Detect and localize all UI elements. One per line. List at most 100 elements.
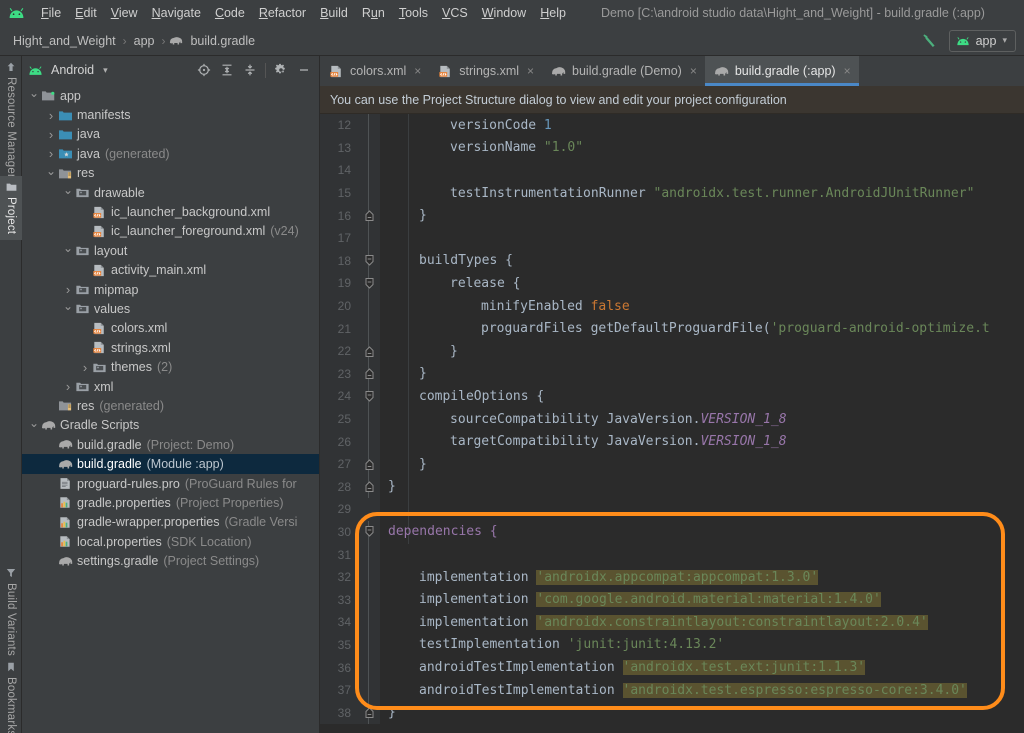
code-line[interactable]: 35 testImplementation 'junit:junit:4.13.2… <box>320 633 1024 657</box>
chevron-right-icon[interactable]: › <box>45 127 57 142</box>
chevron-right-icon[interactable]: › <box>79 360 91 375</box>
code-line[interactable]: 22} <box>320 339 1024 363</box>
fold-end-icon[interactable] <box>364 367 375 380</box>
tree-row[interactable]: gradle.properties (Project Properties) <box>22 493 319 512</box>
tree-row[interactable]: ⌄ values <box>22 299 319 318</box>
build-hammer-icon[interactable] <box>921 32 939 50</box>
fold-gutter[interactable] <box>358 362 380 386</box>
editor-tab[interactable]: strings.xml × <box>429 56 542 86</box>
fold-gutter[interactable] <box>358 611 380 634</box>
fold-gutter[interactable] <box>358 204 380 227</box>
fold-gutter[interactable] <box>358 407 380 431</box>
tree-row[interactable]: strings.xml <box>22 338 319 357</box>
breadcrumb-project[interactable]: Hight_and_Weight <box>10 33 119 49</box>
fold-gutter[interactable] <box>358 520 380 544</box>
tree-row[interactable]: build.gradle (Project: Demo) <box>22 435 319 454</box>
menu-item-window[interactable]: Window <box>475 4 533 22</box>
sidebar-item-build-variants[interactable]: Build Variants <box>0 562 22 662</box>
fold-gutter[interactable] <box>358 430 380 453</box>
fold-gutter[interactable] <box>358 475 380 499</box>
fold-end-icon[interactable] <box>364 209 375 222</box>
code-editor[interactable]: 12 versionCode 1 13 versionName "1.0" 14 15 te… <box>320 114 1024 733</box>
fold-gutter[interactable] <box>358 588 380 612</box>
tree-row[interactable]: ⌄ drawable <box>22 183 319 202</box>
fold-gutter[interactable] <box>358 226 380 250</box>
sidebar-item-resource-manager[interactable]: Resource Manager <box>0 56 22 184</box>
code-line[interactable]: 26 targetCompatibility JavaVersion. VERSIO… <box>320 430 1024 453</box>
fold-gutter[interactable] <box>358 701 380 725</box>
fold-gutter[interactable] <box>358 452 380 476</box>
code-line[interactable]: 15 testInstrumentationRunner "androidx.te… <box>320 181 1024 205</box>
menu-item-refactor[interactable]: Refactor <box>252 4 313 22</box>
chevron-down-icon[interactable]: ⌄ <box>45 164 57 178</box>
project-view-selector-label[interactable]: Android <box>51 63 94 77</box>
close-icon[interactable]: × <box>690 64 697 78</box>
chevron-right-icon[interactable]: › <box>62 282 74 297</box>
fold-gutter[interactable] <box>358 656 380 679</box>
code-line[interactable]: 12 versionCode 1 <box>320 114 1024 137</box>
editor-tab[interactable]: build.gradle (Demo) × <box>542 56 705 86</box>
fold-gutter[interactable] <box>358 339 380 363</box>
menu-item-build[interactable]: Build <box>313 4 355 22</box>
fold-collapse-icon[interactable] <box>364 277 375 290</box>
fold-gutter[interactable] <box>358 385 380 408</box>
fold-gutter[interactable] <box>358 565 380 589</box>
fold-collapse-icon[interactable] <box>364 390 375 403</box>
tree-row[interactable]: activity_main.xml <box>22 261 319 280</box>
sidebar-item-bookmarks[interactable]: Bookmarks <box>0 656 22 733</box>
chevron-down-icon[interactable]: ⌄ <box>28 416 40 430</box>
code-line[interactable]: 20 minifyEnabled false <box>320 294 1024 318</box>
editor-scrollbar[interactable] <box>1012 114 1024 733</box>
sidebar-item-project[interactable]: Project <box>0 176 22 241</box>
menu-item-run[interactable]: Run <box>355 4 392 22</box>
close-icon[interactable]: × <box>844 64 851 78</box>
chevron-right-icon[interactable]: › <box>45 146 57 161</box>
code-line[interactable]: 37 androidTestImplementation 'androidx.te… <box>320 678 1024 702</box>
fold-end-icon[interactable] <box>364 458 375 471</box>
code-lines-container[interactable]: 12 versionCode 1 13 versionName "1.0" 14 15 te… <box>320 114 1024 733</box>
close-icon[interactable]: × <box>527 64 534 78</box>
code-line[interactable]: 30 dependencies { <box>320 520 1024 544</box>
tree-row[interactable]: › themes (2) <box>22 357 319 376</box>
fold-end-icon[interactable] <box>364 480 375 493</box>
menu-item-code[interactable]: Code <box>208 4 252 22</box>
fold-gutter[interactable] <box>358 543 380 566</box>
fold-end-icon[interactable] <box>364 706 375 719</box>
menu-item-help[interactable]: Help <box>533 4 573 22</box>
code-line[interactable]: 19 release { <box>320 272 1024 295</box>
settings-gear-icon[interactable] <box>270 59 292 81</box>
fold-gutter[interactable] <box>358 678 380 702</box>
select-opened-file-icon[interactable] <box>193 59 215 81</box>
code-line[interactable]: 14 <box>320 159 1024 182</box>
code-line[interactable]: 27} <box>320 452 1024 476</box>
code-line[interactable]: 34 implementation 'androidx.constraintlay… <box>320 611 1024 634</box>
hide-panel-icon[interactable] <box>293 59 315 81</box>
code-line[interactable]: 31 <box>320 543 1024 566</box>
code-line[interactable]: 29 <box>320 498 1024 521</box>
tree-row[interactable]: ic_launcher_background.xml <box>22 202 319 221</box>
tree-row[interactable]: ⌄ layout <box>22 241 319 260</box>
code-line[interactable]: 33 implementation 'com.google.android.mat… <box>320 588 1024 612</box>
tree-row[interactable]: res (generated) <box>22 396 319 415</box>
code-line[interactable]: 18 buildTypes { <box>320 249 1024 273</box>
code-line[interactable]: 28} <box>320 475 1024 499</box>
fold-gutter[interactable] <box>358 249 380 273</box>
fold-collapse-icon[interactable] <box>364 525 375 538</box>
menu-item-view[interactable]: View <box>104 4 145 22</box>
fold-gutter[interactable] <box>358 294 380 318</box>
chevron-down-icon[interactable]: ▾ <box>103 65 108 76</box>
tree-row[interactable]: ⌄ app <box>22 86 319 105</box>
tree-row[interactable]: gradle-wrapper.properties (Gradle Versi <box>22 513 319 532</box>
code-line[interactable]: 13 versionName "1.0" <box>320 136 1024 160</box>
fold-gutter[interactable] <box>358 136 380 160</box>
tree-row[interactable]: › mipmap <box>22 280 319 299</box>
code-line[interactable]: 17 <box>320 226 1024 250</box>
tree-row[interactable]: colors.xml <box>22 319 319 338</box>
chevron-down-icon[interactable]: ⌄ <box>28 86 40 100</box>
fold-gutter[interactable] <box>358 159 380 182</box>
tree-row[interactable]: settings.gradle (Project Settings) <box>22 551 319 570</box>
tree-row[interactable]: › java <box>22 125 319 144</box>
code-line[interactable]: 24 compileOptions { <box>320 385 1024 408</box>
code-line[interactable]: 21 proguardFiles getDefaultProguardFile('… <box>320 317 1024 340</box>
code-line[interactable]: 38} <box>320 701 1024 725</box>
